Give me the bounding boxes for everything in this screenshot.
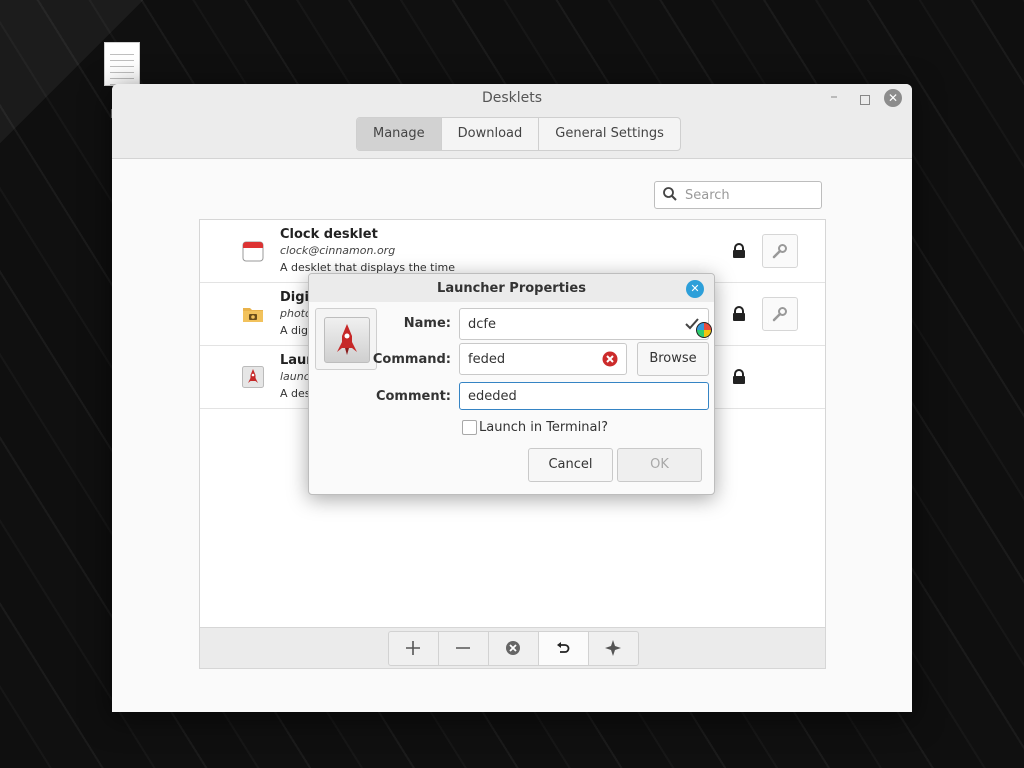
browse-button[interactable]: Browse xyxy=(637,342,709,376)
document-thumbnail-icon xyxy=(104,42,140,86)
remove-all-button[interactable] xyxy=(489,632,539,665)
name-label: Name: xyxy=(403,316,451,331)
desklet-name: Clock desklet xyxy=(280,227,378,242)
lock-icon xyxy=(733,243,745,258)
remove-button[interactable] xyxy=(439,632,489,665)
undo-button[interactable] xyxy=(539,632,589,665)
desklet-description: A digi xyxy=(280,324,312,337)
add-button[interactable] xyxy=(389,632,439,665)
minimize-button[interactable]: ⎯ xyxy=(825,90,843,108)
maximize-icon xyxy=(860,95,870,105)
rocket-icon xyxy=(242,366,264,388)
color-wheel-cursor-icon xyxy=(696,322,712,338)
window-titlebar: Desklets ⎯ ✕ Manage Download General Set… xyxy=(112,84,912,159)
maximize-button[interactable] xyxy=(856,90,874,108)
dialog-titlebar: Launcher Properties ✕ xyxy=(309,274,714,302)
add-icon xyxy=(406,641,420,655)
desklet-uuid: clock@cinnamon.org xyxy=(280,244,396,257)
search-box[interactable] xyxy=(654,181,822,209)
rocket-icon-frame xyxy=(324,317,370,363)
remove-icon xyxy=(456,647,470,649)
terminal-checkbox[interactable] xyxy=(462,420,477,435)
tab-general-settings[interactable]: General Settings xyxy=(539,118,680,150)
name-input[interactable] xyxy=(468,315,668,333)
comment-input[interactable] xyxy=(468,387,693,405)
desklet-description: A des xyxy=(280,387,311,400)
toolbar-button-group xyxy=(388,631,639,666)
remove-all-icon xyxy=(506,641,520,655)
dialog-close-button[interactable]: ✕ xyxy=(686,280,704,298)
list-toolbar xyxy=(199,627,826,669)
window-title: Desklets xyxy=(481,90,543,106)
tab-bar: Manage Download General Settings xyxy=(356,117,681,151)
desklet-uuid: launc xyxy=(280,370,310,383)
configure-button[interactable] xyxy=(762,234,798,268)
calendar-icon xyxy=(242,241,264,262)
name-field[interactable] xyxy=(459,308,709,340)
comment-label: Comment: xyxy=(375,389,451,404)
comment-field[interactable] xyxy=(459,382,709,410)
command-field[interactable] xyxy=(459,343,627,375)
terminal-checkbox-label[interactable]: Launch in Terminal? xyxy=(479,420,608,435)
command-input[interactable] xyxy=(468,350,593,368)
launcher-properties-dialog: Launcher Properties ✕ Name: Command: xyxy=(308,273,715,495)
error-icon xyxy=(602,351,618,367)
wrench-icon xyxy=(772,244,787,259)
search-icon xyxy=(663,187,677,201)
cancel-button[interactable]: Cancel xyxy=(528,448,613,482)
photo-folder-icon xyxy=(243,308,263,322)
configure-button[interactable] xyxy=(762,297,798,331)
command-label: Command: xyxy=(372,352,451,367)
search-input[interactable] xyxy=(683,185,817,206)
ok-button[interactable]: OK xyxy=(617,448,702,482)
more-desklets-icon xyxy=(605,640,621,656)
launcher-icon-button[interactable] xyxy=(315,308,377,370)
tab-download[interactable]: Download xyxy=(442,118,540,150)
more-desklets-button[interactable] xyxy=(589,632,638,665)
lock-icon xyxy=(733,306,745,321)
window-close-button[interactable]: ✕ xyxy=(884,89,902,107)
desklet-uuid: photo xyxy=(280,307,312,320)
undo-icon xyxy=(557,642,570,653)
rocket-icon xyxy=(337,324,357,355)
lock-icon xyxy=(733,369,745,384)
dialog-title: Launcher Properties xyxy=(437,281,586,296)
wrench-icon xyxy=(772,307,787,322)
tab-manage[interactable]: Manage xyxy=(357,118,442,150)
desklet-name: Digi xyxy=(280,290,310,305)
